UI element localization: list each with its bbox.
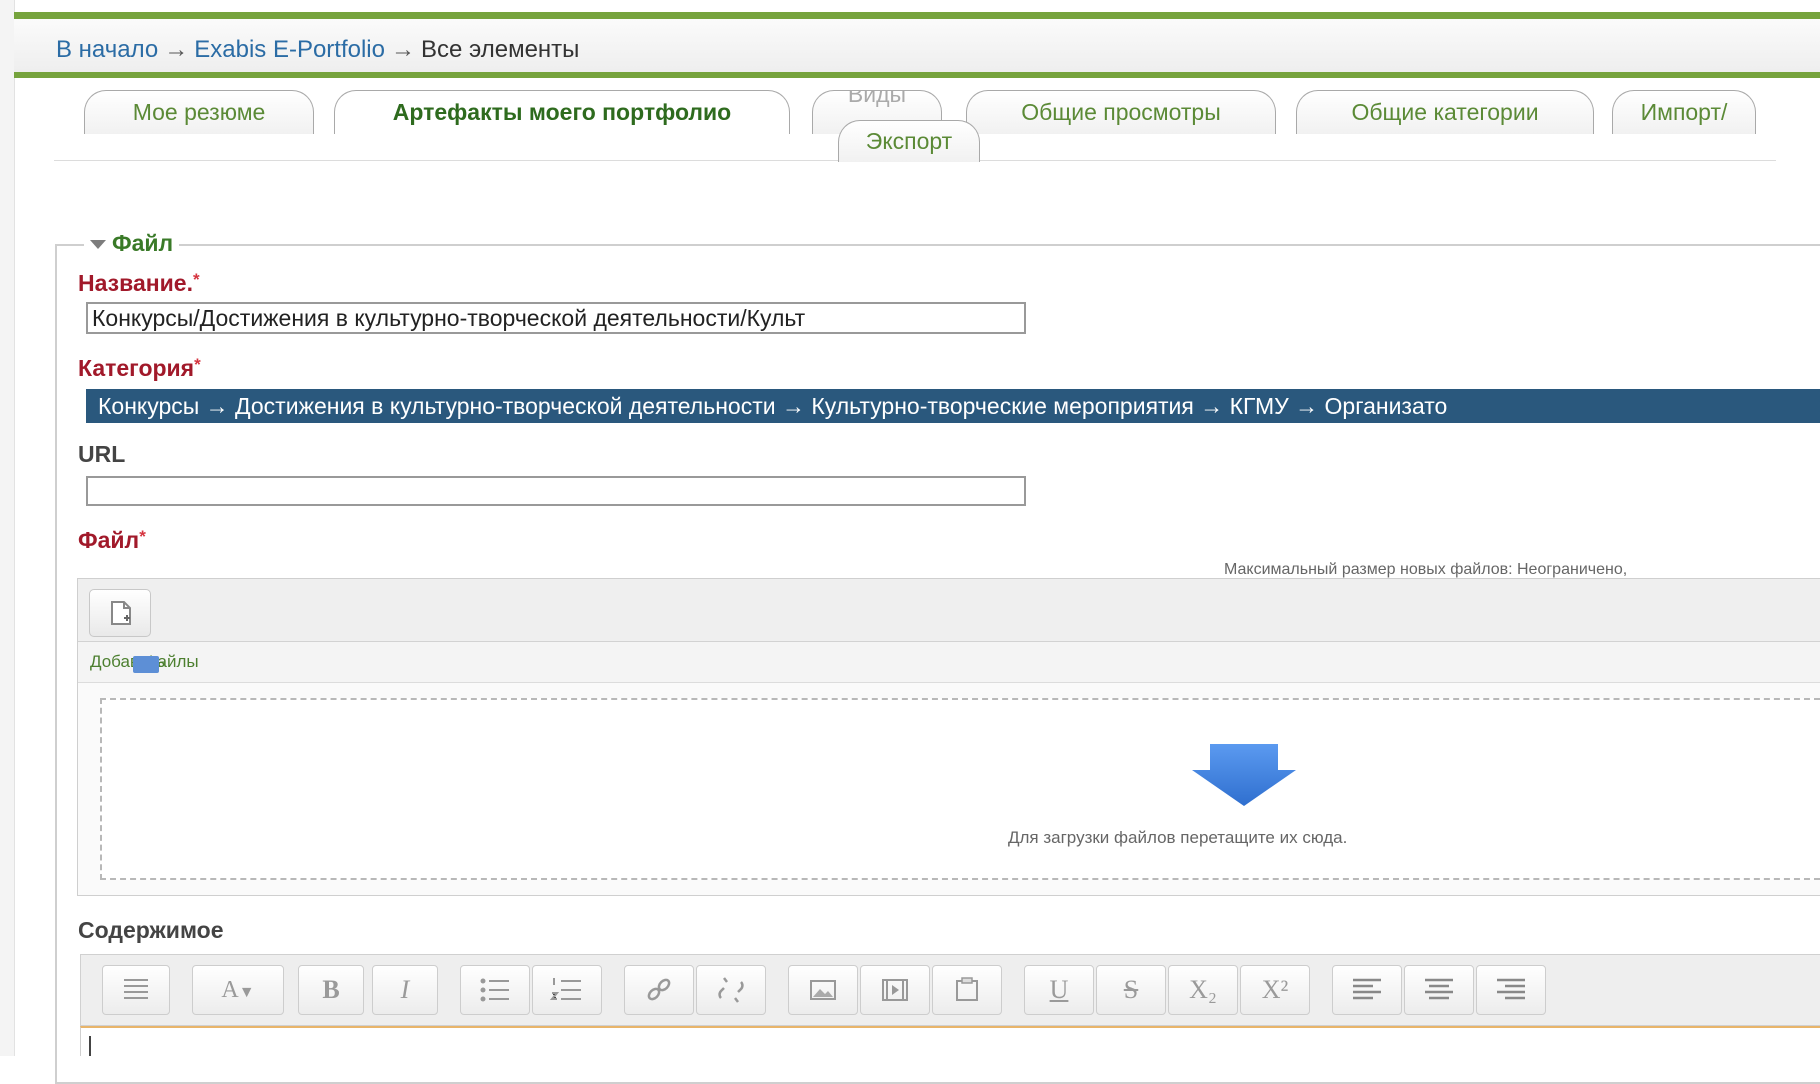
- file-label-text: Файл: [78, 527, 140, 553]
- page-left-margin: [0, 0, 15, 1056]
- url-label: URL: [78, 441, 126, 467]
- tab-portfolio-artifacts[interactable]: Артефакты моего портфолио: [334, 90, 790, 134]
- text-caret: [89, 1036, 91, 1056]
- add-file-icon: [111, 601, 131, 625]
- file-dropzone[interactable]: [100, 698, 1820, 880]
- superscript-icon[interactable]: X²: [1240, 965, 1310, 1015]
- title-label-text: Название.: [78, 270, 193, 296]
- unlink-icon[interactable]: [696, 965, 766, 1015]
- tab-import[interactable]: Импорт/: [1612, 90, 1756, 134]
- media-icon[interactable]: [860, 965, 930, 1015]
- title-label: Название.*: [78, 270, 200, 297]
- dropzone-hint: Для загрузки файлов перетащите их сюда.: [1008, 828, 1348, 847]
- bold-icon[interactable]: B: [298, 965, 364, 1015]
- breadcrumb-separator: →: [164, 36, 189, 63]
- tab-export[interactable]: Экспорт: [838, 120, 980, 162]
- align-left-icon[interactable]: [1332, 965, 1402, 1015]
- breadcrumb-portfolio-link[interactable]: Exabis E-Portfolio: [194, 36, 385, 63]
- collapse-triangle-icon: [90, 240, 106, 250]
- category-label-text: Категория: [78, 355, 195, 381]
- tab-my-resume[interactable]: Мое резюме: [84, 90, 314, 134]
- fieldset-legend[interactable]: Файл: [84, 230, 180, 257]
- underline-icon[interactable]: U: [1024, 965, 1094, 1015]
- image-icon[interactable]: [788, 965, 858, 1015]
- fieldset-legend-label: Файл: [112, 230, 174, 256]
- add-file-button[interactable]: [89, 589, 151, 637]
- required-star: *: [192, 270, 200, 289]
- content-label: Содержимое: [78, 917, 224, 943]
- font-size-glyph: A: [221, 977, 239, 1003]
- breadcrumb-current: Все элементы: [420, 36, 580, 63]
- subscript-icon[interactable]: X₂: [1168, 965, 1238, 1015]
- category-select[interactable]: Конкурсы → Достижения в культурно-творче…: [86, 389, 1820, 423]
- title-input[interactable]: Конкурсы/Достижения в культурно-творческ…: [86, 302, 1026, 334]
- max-file-size-note: Максимальный размер новых файлов: Неогра…: [1224, 561, 1628, 578]
- category-label: Категория*: [78, 355, 201, 382]
- numbered-list-icon[interactable]: [532, 965, 602, 1015]
- breadcrumb-separator: →: [390, 36, 415, 63]
- breadcrumb-home-link[interactable]: В начало: [56, 36, 158, 63]
- bullet-list-icon[interactable]: [460, 965, 530, 1015]
- url-input[interactable]: [86, 476, 1026, 506]
- breadcrumb-bar: В начало → Exabis E-Portfolio → Все элементы: [14, 12, 1820, 78]
- tab-shared-categories[interactable]: Общие категории: [1296, 90, 1594, 134]
- tab-views-label: Виды: [847, 90, 907, 107]
- filepicker-toolbar: [78, 579, 1820, 642]
- align-center-icon[interactable]: [1404, 965, 1474, 1015]
- required-star: *: [139, 527, 146, 546]
- strikethrough-icon[interactable]: S: [1096, 965, 1166, 1015]
- kitchen-sink-icon[interactable]: [102, 965, 170, 1015]
- content-editor[interactable]: [80, 1026, 1820, 1056]
- filepicker-path-bar: [78, 642, 1820, 683]
- italic-icon[interactable]: I: [372, 965, 438, 1015]
- download-arrow-icon: [1192, 744, 1296, 806]
- align-right-icon[interactable]: [1476, 965, 1546, 1015]
- link-icon[interactable]: [624, 965, 694, 1015]
- font-size-icon[interactable]: A▼: [192, 965, 284, 1015]
- breadcrumb: В начало → Exabis E-Portfolio → Все элементы: [56, 36, 579, 64]
- paste-icon[interactable]: [932, 965, 1002, 1015]
- file-label: Файл*: [78, 527, 146, 554]
- tab-shared-views[interactable]: Общие просмотры: [966, 90, 1276, 134]
- required-star: *: [194, 355, 201, 374]
- folder-icon: [133, 656, 159, 673]
